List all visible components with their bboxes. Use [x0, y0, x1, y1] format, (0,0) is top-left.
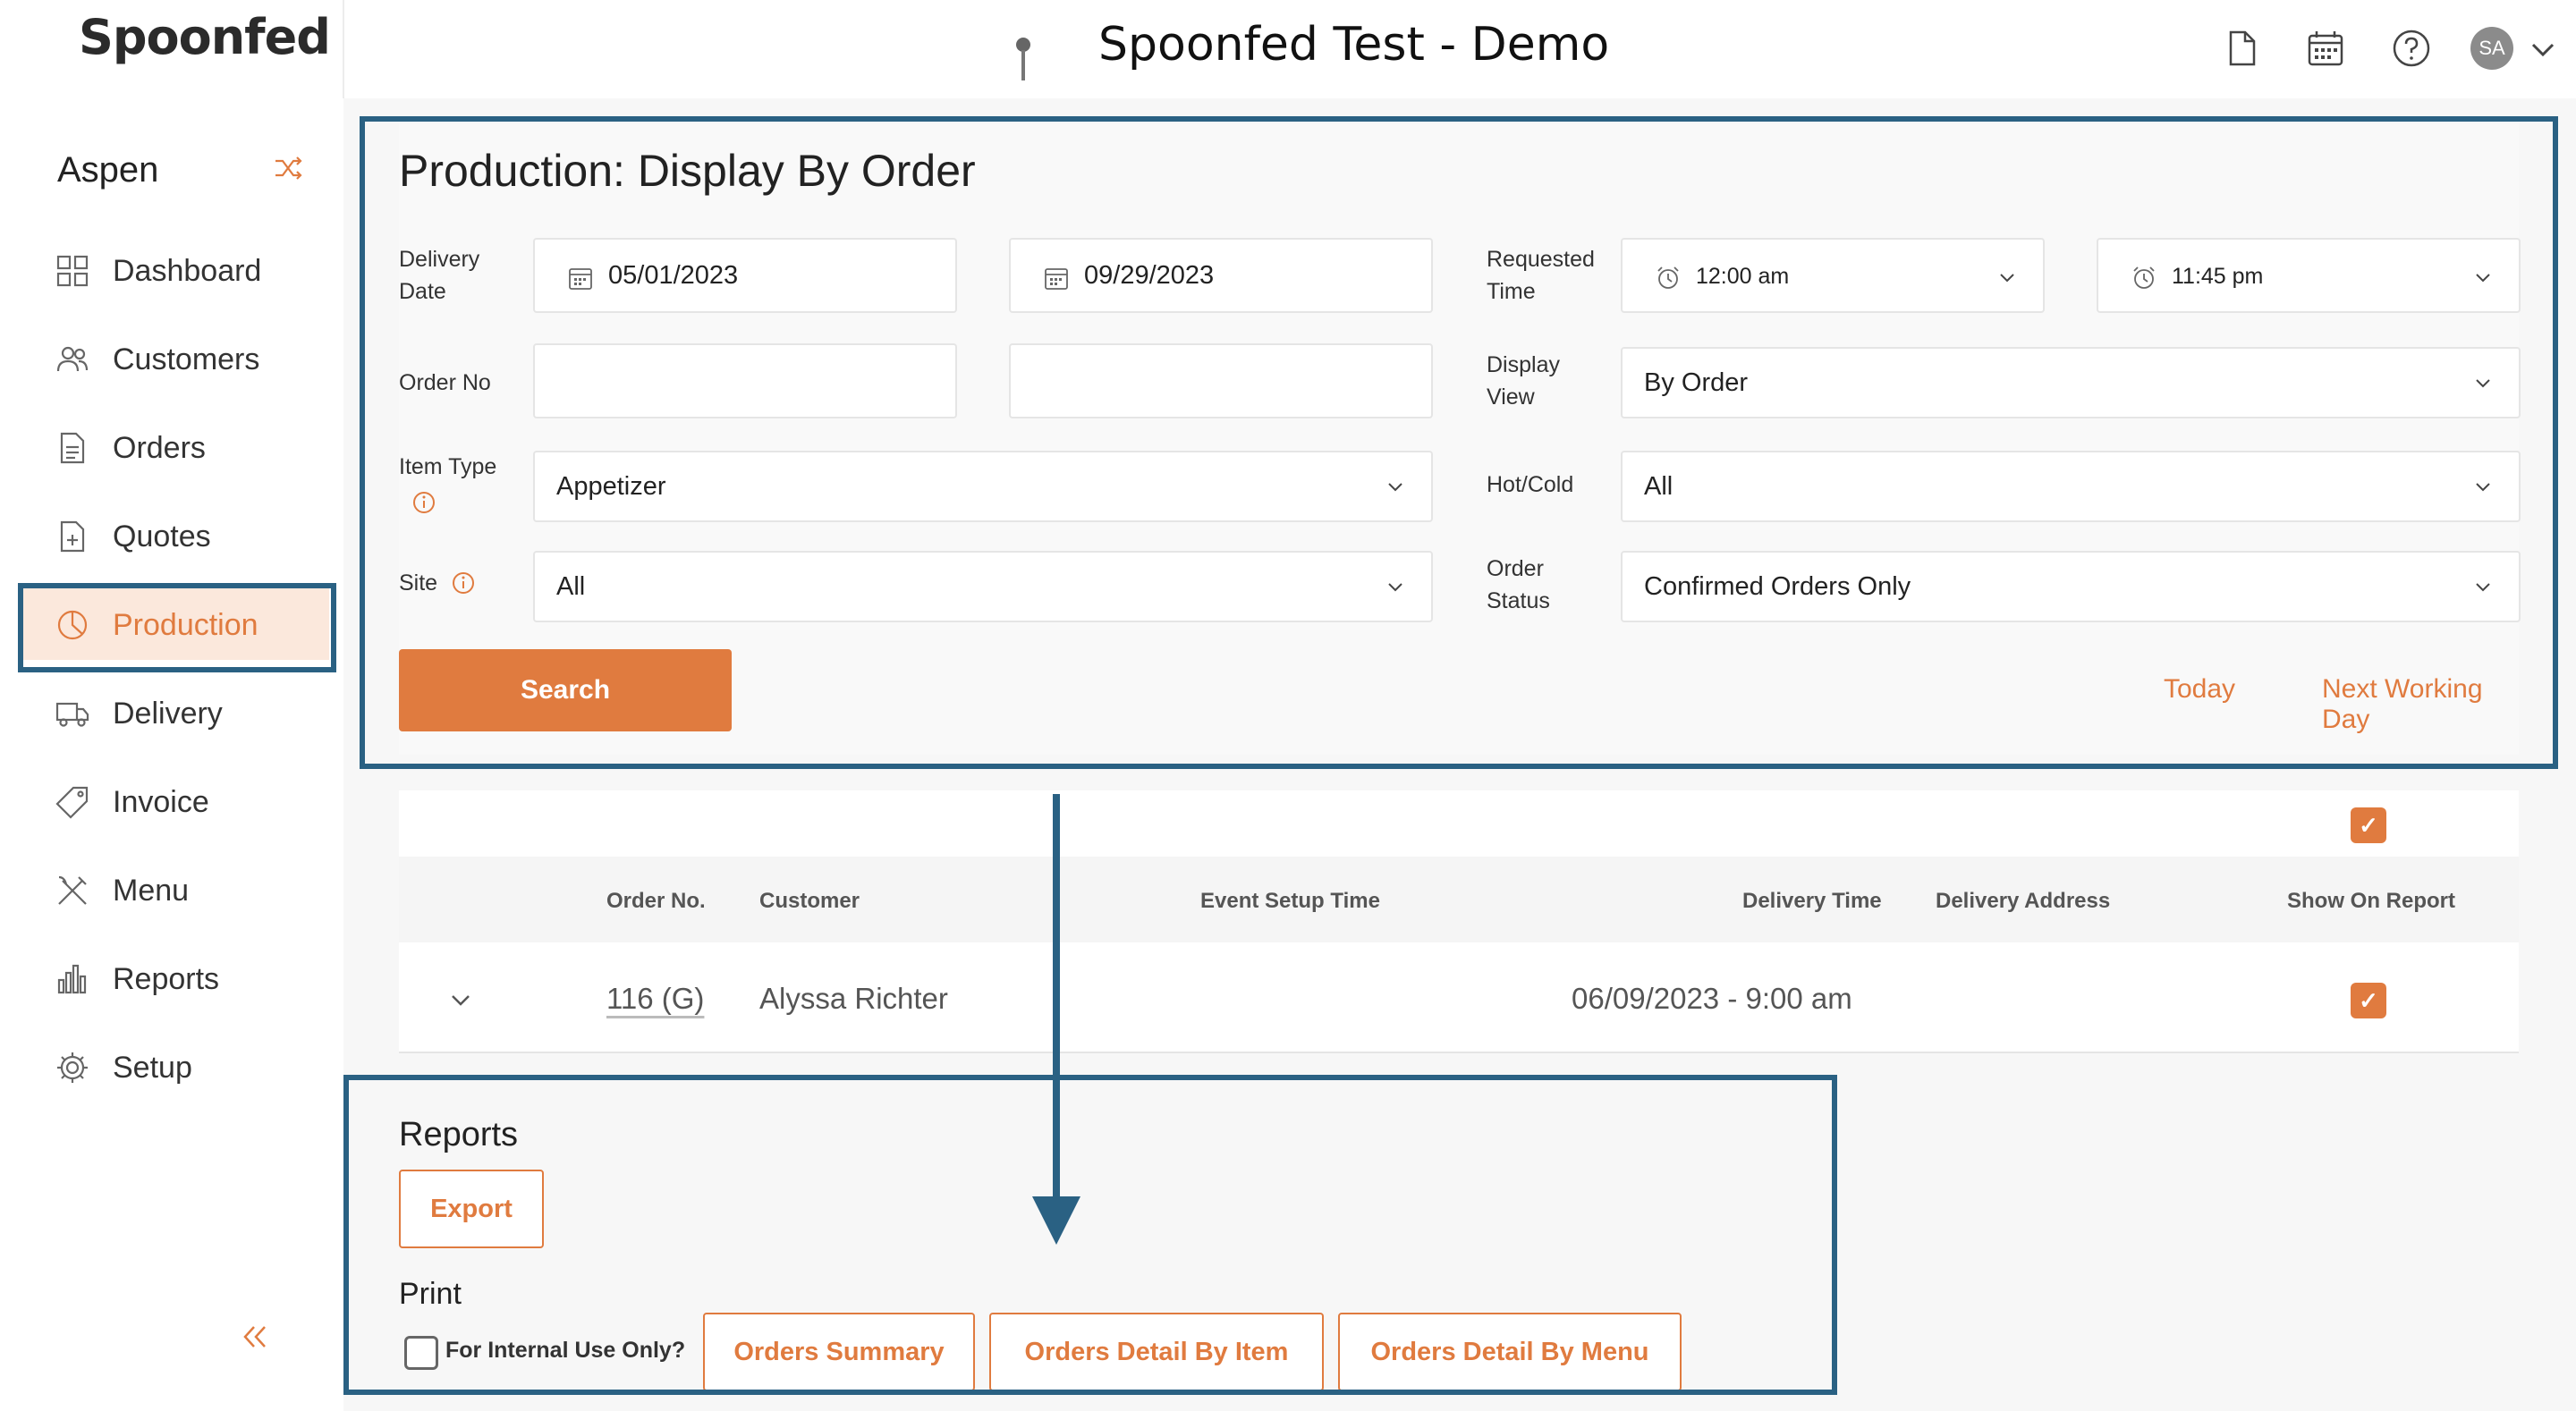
column-header-delivery-address[interactable]: Delivery Address [1936, 889, 2110, 914]
bar-chart-icon [57, 964, 87, 994]
filter-highlight-frame [360, 116, 2558, 769]
sidebar-item-label: Menu [113, 874, 190, 908]
column-header-delivery-time[interactable]: Delivery Time [1742, 889, 1882, 914]
sidebar: Aspen Dashboard Customers Orders Quotes … [0, 98, 343, 1411]
table-toolbar [399, 790, 2519, 857]
column-header-customer[interactable]: Customer [759, 889, 860, 914]
show-on-report-checkbox[interactable]: ✓ [2351, 983, 2386, 1018]
sidebar-item-setup[interactable]: Setup [21, 1031, 329, 1103]
sidebar-item-delivery[interactable]: Delivery [21, 677, 329, 748]
sidebar-item-label: Delivery [113, 697, 223, 731]
sidebar-item-quotes[interactable]: Quotes [21, 500, 329, 571]
sidebar-item-label: Orders [113, 431, 206, 465]
collapse-sidebar-icon[interactable] [240, 1322, 270, 1352]
select-all-checkbox[interactable]: ✓ [2351, 807, 2386, 843]
gear-icon [57, 1052, 88, 1083]
users-icon [56, 346, 89, 372]
document-plus-icon [60, 520, 85, 553]
sidebar-item-invoice[interactable]: Invoice [21, 765, 329, 837]
order-number-link[interactable]: 116 (G) [606, 982, 704, 1016]
truck-icon [55, 702, 89, 727]
grid-icon [56, 255, 89, 287]
site-name: Aspen [57, 150, 159, 190]
orders-table [399, 790, 2519, 1055]
calendar-icon[interactable] [2306, 29, 2345, 68]
utensils-icon [58, 875, 87, 905]
app-logo[interactable]: Spoonfed [79, 9, 331, 65]
sidebar-item-label: Quotes [113, 520, 211, 553]
sidebar-item-label: Customers [113, 342, 260, 376]
customer-name: Alyssa Richter [759, 982, 948, 1015]
annotation-arrow-down-icon [1032, 794, 1080, 1245]
reports-highlight-frame [343, 1075, 1837, 1395]
sidebar-item-reports[interactable]: Reports [21, 942, 329, 1014]
column-header-show-on-report[interactable]: Show On Report [2287, 889, 2455, 914]
production-highlight-frame [18, 583, 336, 672]
sidebar-item-label: Reports [113, 962, 220, 996]
document-icon [60, 432, 85, 464]
column-header-event-setup-time[interactable]: Event Setup Time [1200, 889, 1380, 914]
user-avatar[interactable]: SA [2470, 27, 2513, 70]
delivery-time: 06/09/2023 - 9:00 am [1572, 982, 1852, 1015]
sidebar-item-dashboard[interactable]: Dashboard [21, 234, 329, 306]
table-header [399, 857, 2519, 942]
chevron-down-icon[interactable] [2528, 34, 2558, 64]
sidebar-item-label: Invoice [113, 785, 209, 819]
table-row[interactable] [399, 942, 2519, 1053]
page-header-title: Spoonfed Test - Demo [1098, 18, 1610, 72]
column-header-order-no[interactable]: Order No. [606, 889, 706, 914]
help-icon[interactable] [2392, 29, 2431, 68]
shuffle-icon[interactable] [272, 152, 304, 184]
logo-divider [343, 0, 344, 98]
pin-icon[interactable] [1013, 36, 1034, 82]
sidebar-item-label: Setup [113, 1051, 192, 1085]
file-icon[interactable] [2222, 29, 2261, 68]
expand-row-chevron-icon[interactable] [447, 987, 474, 1014]
top-bar: Spoonfed Spoonfed Test - Demo SA [0, 0, 2576, 98]
sidebar-item-customers[interactable]: Customers [21, 323, 329, 394]
sidebar-item-orders[interactable]: Orders [21, 411, 329, 483]
tag-icon [55, 786, 89, 819]
sidebar-item-label: Dashboard [113, 254, 262, 288]
sidebar-item-menu[interactable]: Menu [21, 854, 329, 925]
